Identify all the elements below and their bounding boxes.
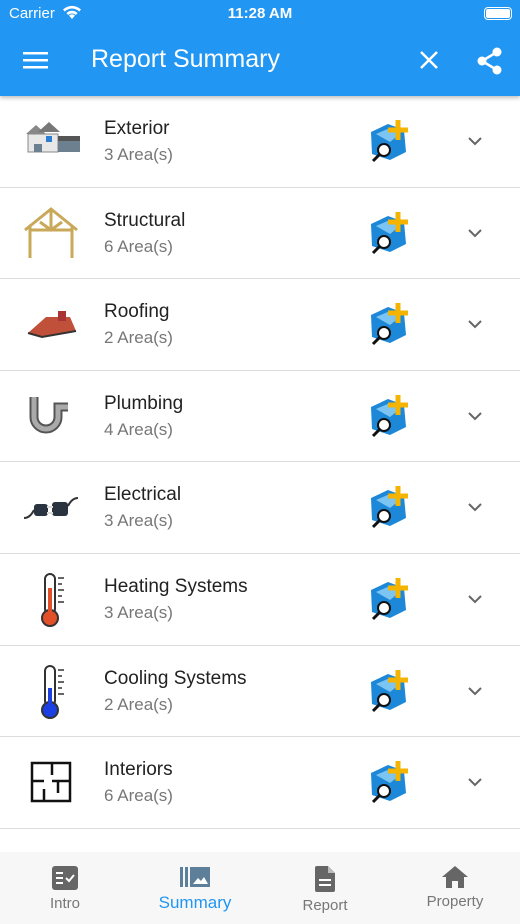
add-inspection-icon[interactable]	[368, 118, 414, 164]
thermometer-hot-icon	[22, 570, 80, 628]
roof-tiles-icon	[22, 295, 80, 353]
category-name: Roofing	[104, 301, 170, 323]
area-count: 3 Area(s)	[104, 511, 173, 531]
share-icon[interactable]	[476, 47, 503, 75]
house-icon	[22, 112, 80, 170]
category-name: Exterior	[104, 118, 170, 139]
nav-report[interactable]: Report	[260, 852, 390, 924]
add-inspection-icon[interactable]	[368, 759, 414, 805]
nav-label: Report	[302, 897, 348, 914]
status-bar: Carrier 11:28 AM	[0, 0, 520, 28]
category-row[interactable]: Structural 6 Area(s)	[0, 188, 520, 280]
category-row[interactable]: Exterior 3 Area(s)	[0, 96, 520, 188]
category-row[interactable]: Heating Systems 3 Area(s)	[0, 554, 520, 646]
category-row[interactable]: Plumbing 4 Area(s)	[0, 371, 520, 463]
gallery-icon	[130, 866, 260, 888]
add-inspection-icon[interactable]	[368, 301, 414, 347]
category-list: Exterior 3 Area(s) Structural 6 Area(s) …	[0, 96, 520, 852]
category-name: Heating Systems	[104, 575, 248, 597]
pipe-icon	[22, 387, 80, 445]
chevron-down-icon[interactable]	[466, 134, 484, 152]
page-title: Report Summary	[91, 45, 280, 73]
add-inspection-icon[interactable]	[368, 210, 414, 256]
area-count: 6 Area(s)	[104, 786, 173, 806]
menu-icon[interactable]	[23, 50, 48, 70]
category-row[interactable]: Roofing 2 Area(s)	[0, 279, 520, 371]
home-icon	[390, 866, 520, 888]
nav-label: Property	[426, 893, 484, 910]
add-inspection-icon[interactable]	[368, 576, 414, 622]
nav-intro[interactable]: Intro	[0, 852, 130, 924]
plug-icon	[22, 478, 80, 536]
chevron-down-icon[interactable]	[466, 592, 484, 610]
chevron-down-icon[interactable]	[466, 684, 484, 702]
chevron-down-icon[interactable]	[466, 317, 484, 335]
insulation-icon	[22, 845, 80, 852]
app-bar: Report Summary	[0, 28, 520, 96]
area-count: 3 Area(s)	[104, 602, 173, 622]
area-count: 2 Area(s)	[104, 328, 173, 348]
area-count: 6 Area(s)	[104, 236, 173, 256]
nav-label: Summary	[158, 893, 232, 912]
close-icon[interactable]	[418, 49, 440, 71]
add-inspection-icon[interactable]	[368, 484, 414, 530]
chevron-down-icon[interactable]	[466, 409, 484, 427]
area-count: 2 Area(s)	[104, 694, 173, 714]
clock: 11:28 AM	[227, 5, 293, 22]
area-count: 3 Area(s)	[104, 145, 173, 164]
chevron-down-icon[interactable]	[466, 500, 484, 518]
battery-icon	[484, 7, 512, 20]
bottom-navigation: Intro Summary Report Property	[0, 852, 520, 924]
floor-plan-icon	[22, 753, 80, 811]
category-row[interactable]: Cooling Systems 2 Area(s)	[0, 646, 520, 738]
header: Carrier 11:28 AM Report Summary	[0, 0, 520, 96]
roof-frame-icon	[22, 204, 80, 262]
category-name: Interiors	[104, 759, 173, 781]
nav-label: Intro	[49, 895, 80, 912]
category-row[interactable]: Interiors 6 Area(s)	[0, 737, 520, 829]
chevron-down-icon[interactable]	[466, 226, 484, 244]
category-row[interactable]: Electrical 3 Area(s)	[0, 462, 520, 554]
category-name: Plumbing	[104, 392, 184, 414]
add-inspection-icon[interactable]	[368, 668, 414, 714]
category-name: Cooling Systems	[104, 667, 247, 689]
area-count: 4 Area(s)	[104, 419, 173, 439]
chevron-down-icon[interactable]	[466, 775, 484, 793]
document-icon	[260, 866, 390, 892]
thermometer-cold-icon	[22, 662, 80, 720]
category-row[interactable]: Insulation and	[0, 829, 520, 852]
checklist-icon	[0, 866, 130, 890]
add-inspection-icon[interactable]	[368, 393, 414, 439]
category-name: Electrical	[104, 484, 182, 506]
nav-summary[interactable]: Summary	[130, 852, 260, 924]
category-name: Structural	[104, 209, 186, 231]
nav-property[interactable]: Property	[390, 852, 520, 924]
